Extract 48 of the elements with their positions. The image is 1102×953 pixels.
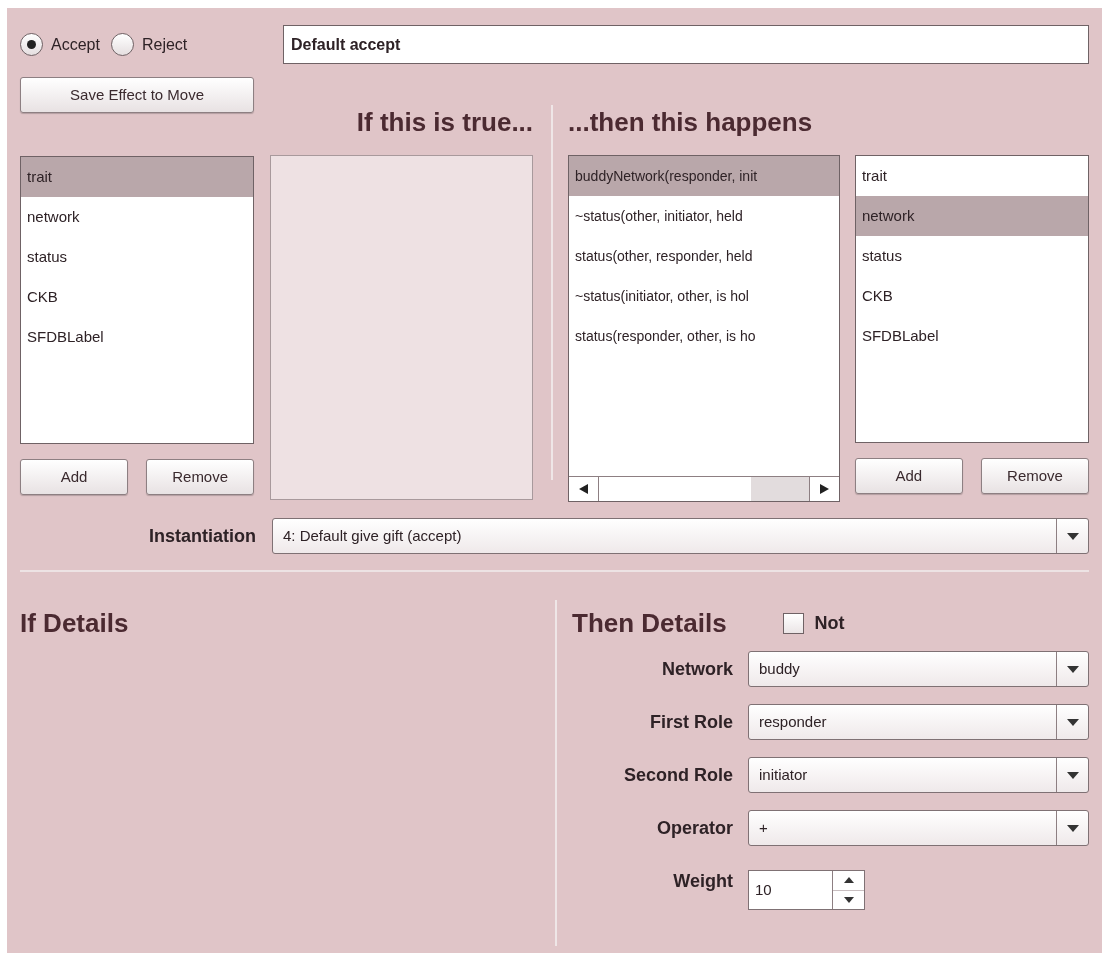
scroll-left-icon[interactable] [579, 484, 589, 494]
add-button[interactable]: Add [854, 458, 963, 494]
field-label: Network [661, 657, 733, 681]
scroll-right-icon[interactable] [819, 484, 829, 494]
checkbox[interactable] [782, 613, 804, 634]
caret-icon [1066, 771, 1079, 779]
checkbox-label: Not [814, 612, 845, 635]
dropdown-value: initiator [758, 764, 809, 785]
field-label: Second Role [622, 763, 733, 787]
name-field[interactable]: Default accept [283, 25, 1089, 64]
dropdown-value: + [758, 817, 769, 838]
field-label: First Role [649, 710, 733, 734]
caret-icon [1066, 532, 1079, 540]
radio-button[interactable] [20, 33, 43, 56]
radio-button[interactable] [110, 33, 134, 56]
spinner-field[interactable]: 10 [748, 870, 865, 910]
dropdown[interactable]: buddy [748, 651, 1089, 687]
section-heading: If this is true... [355, 106, 534, 139]
radio-label: Reject [141, 34, 188, 55]
dropdown-value: buddy [758, 658, 801, 679]
decrement-icon[interactable] [843, 896, 854, 903]
add-button[interactable]: Add [20, 459, 128, 495]
dropdown[interactable]: + [748, 810, 1089, 846]
field-label: Weight [672, 869, 733, 893]
horizontal-scrollbar[interactable] [569, 476, 839, 501]
remove-button[interactable]: Remove [981, 458, 1089, 494]
dropdown[interactable]: initiator [748, 757, 1089, 793]
dropdown-value: 4: Default give gift (accept) [282, 525, 463, 546]
radio-label: Accept [51, 34, 100, 55]
scroll-thumb[interactable] [750, 477, 809, 501]
dropdown[interactable]: responder [748, 704, 1089, 740]
remove-button[interactable]: Remove [146, 459, 255, 495]
section-heading: If Details [20, 607, 130, 640]
instantiation-label: Instantiation [148, 524, 256, 548]
list-item[interactable]: network [855, 196, 1088, 236]
section-heading: ...then this happens [568, 106, 814, 139]
dropdown-value: responder [758, 711, 828, 732]
caret-icon [1066, 665, 1079, 673]
list-item[interactable]: trait [21, 157, 254, 197]
list-item[interactable]: buddyNetwork(responder, init [569, 156, 839, 196]
increment-icon[interactable] [843, 877, 854, 884]
caret-icon [1066, 824, 1079, 832]
section-heading: Then Details [572, 607, 727, 640]
save-effect-button[interactable]: Save Effect to Move [20, 77, 255, 113]
field-label: Operator [655, 816, 733, 840]
caret-icon [1066, 718, 1079, 726]
spinner-value: 10 [754, 879, 773, 900]
dropdown[interactable]: 4: Default give gift (accept) [272, 518, 1089, 554]
